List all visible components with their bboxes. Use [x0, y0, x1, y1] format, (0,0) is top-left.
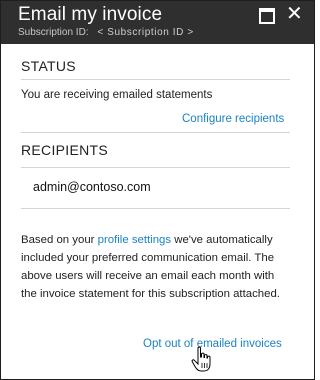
email-invoice-blade: Email my invoice Subscription ID: < Subs… [0, 0, 315, 380]
status-bottom-divider [21, 132, 290, 133]
info-text-rest: included your preferred communication em… [21, 252, 280, 300]
status-heading: STATUS [21, 58, 76, 74]
info-paragraph: Based on your profile settings we've aut… [21, 231, 293, 303]
blade-header: Email my invoice Subscription ID: < Subs… [1, 1, 314, 44]
maximize-icon[interactable] [259, 8, 275, 24]
subscription-label: Subscription ID: [18, 27, 89, 38]
recipients-heading: RECIPIENTS [21, 142, 109, 158]
status-text: You are receiving emailed statements [21, 89, 213, 101]
blade-title: Email my invoice [18, 4, 163, 25]
opt-out-link[interactable]: Opt out of emailed invoices [143, 338, 282, 350]
subscription-id-value: < Subscription ID > [97, 27, 194, 38]
close-icon[interactable]: ✕ [286, 1, 303, 27]
info-text-after: we've automatically [171, 234, 273, 246]
profile-settings-link[interactable]: profile settings [98, 234, 171, 246]
recipient-row: admin@contoso.com [21, 168, 290, 209]
info-text-before: Based on your [21, 234, 98, 246]
recipient-email: admin@contoso.com [33, 180, 151, 194]
configure-recipients-link[interactable]: Configure recipients [182, 113, 284, 125]
status-divider [21, 79, 290, 80]
subscription-line: Subscription ID: < Subscription ID > [18, 27, 194, 38]
